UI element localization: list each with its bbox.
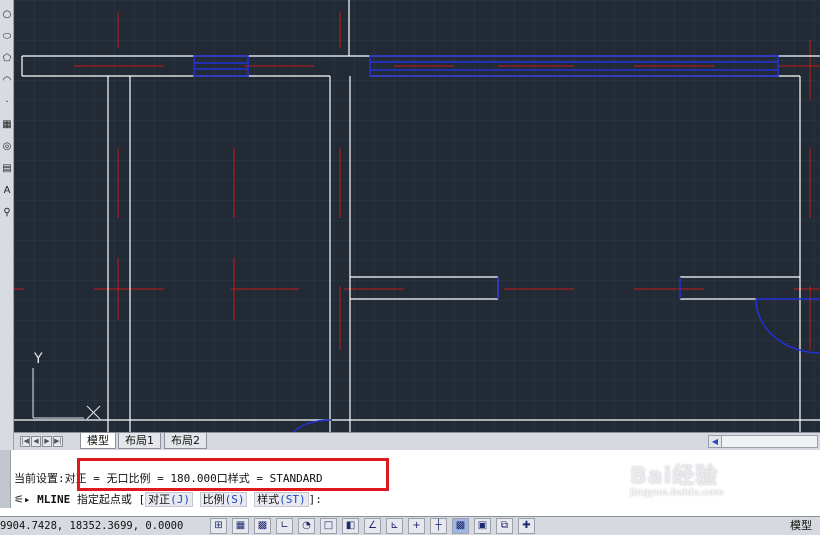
option-justify[interactable]: 对正(J) [145,492,193,507]
tab-model[interactable]: 模型 [80,433,116,449]
grid-display-icon[interactable]: ▩ [254,518,271,534]
circle-icon[interactable]: ○ [0,8,14,22]
osnap-icon[interactable]: □ [320,518,337,534]
polygon-icon[interactable]: ⬠ [0,52,14,66]
horizontal-scrollbar[interactable]: ◀ [708,435,818,448]
ortho-icon[interactable]: ∟ [276,518,293,534]
command-prompt-line[interactable]: ⚟▸ MLINE 指定起点或 [对正(J) 比例(S) 样式(ST)]: [14,491,322,507]
options-open-bracket: [ [138,493,146,506]
baidu-jingyan-watermark: Bai经验 jingyan.baidu.com [630,464,724,498]
dot-icon[interactable]: · [0,96,14,110]
layout-tab-bar: |◀ ◀ ▶ ▶| 模型 布局1 布局2 ◀ [14,432,820,450]
prompt-suffix: ]: [308,493,322,506]
grid-icon[interactable]: ▦ [232,518,249,534]
hatch-icon[interactable]: ▦ [0,118,14,132]
region-icon[interactable]: ◎ [0,140,14,154]
otrack-icon[interactable]: ∠ [364,518,381,534]
first-tab-icon[interactable]: |◀ [20,436,30,447]
quick-properties-icon[interactable]: ▣ [474,518,491,534]
command-name: MLINE [37,493,71,506]
command-prompt-icon: ⚟▸ [14,493,31,506]
floor-plan-drawing: Y [14,0,820,432]
prev-tab-icon[interactable]: ◀ [31,436,41,447]
option-style[interactable]: 样式(ST) [254,492,309,507]
insert-icon[interactable]: ⚲ [0,206,14,220]
ellipse-icon[interactable]: ⬭ [0,30,14,44]
last-tab-icon[interactable]: ▶| [53,436,63,447]
settings-prefix: 当前设置: [14,472,65,485]
transparency-icon[interactable]: ▩ [452,518,469,534]
text-icon[interactable]: A [0,184,14,198]
arc-icon[interactable]: ◠ [0,74,14,88]
snap-icon[interactable]: ⊞ [210,518,227,534]
selection-cycling-icon[interactable]: ⧉ [496,518,513,534]
tab-layout2[interactable]: 布局2 [164,433,207,449]
lineweight-icon[interactable]: ┼ [430,518,447,534]
table-icon[interactable]: ▤ [0,162,14,176]
option-scale[interactable]: 比例(S) [199,492,248,507]
ducs-icon[interactable]: ⊾ [386,518,403,534]
draw-toolbar: ○ ⬭ ⬠ ◠ · ▦ ◎ ▤ A ⚲ [0,0,14,452]
polar-icon[interactable]: ◔ [298,518,315,534]
dyn-icon[interactable]: + [408,518,425,534]
command-history-line: 当前设置:对正 = 无口比例 = 180.000口样式 = STANDARD [14,470,323,486]
drawing-canvas[interactable]: Y [14,0,820,432]
command-window-handle[interactable] [0,450,11,508]
ucs-y-label: Y [33,351,43,367]
status-bar: 9904.7428, 18352.3699, 0.0000 ⊞ ▦ ▩ ∟ ◔ … [0,516,820,535]
settings-text: 对正 = 无口比例 = 180.000口样式 = STANDARD [64,472,323,485]
scroll-left-icon[interactable]: ◀ [709,436,722,447]
command-prompt-text: 指定起点或 [76,493,132,506]
annotation-monitor-icon[interactable]: ✚ [518,518,535,534]
model-space-toggle[interactable]: 模型 [790,518,812,534]
grid-background [14,0,820,432]
coordinate-readout[interactable]: 9904.7428, 18352.3699, 0.0000 [0,517,183,535]
3d-osnap-icon[interactable]: ◧ [342,518,359,534]
next-tab-icon[interactable]: ▶ [42,436,52,447]
tab-layout1[interactable]: 布局1 [118,433,161,449]
